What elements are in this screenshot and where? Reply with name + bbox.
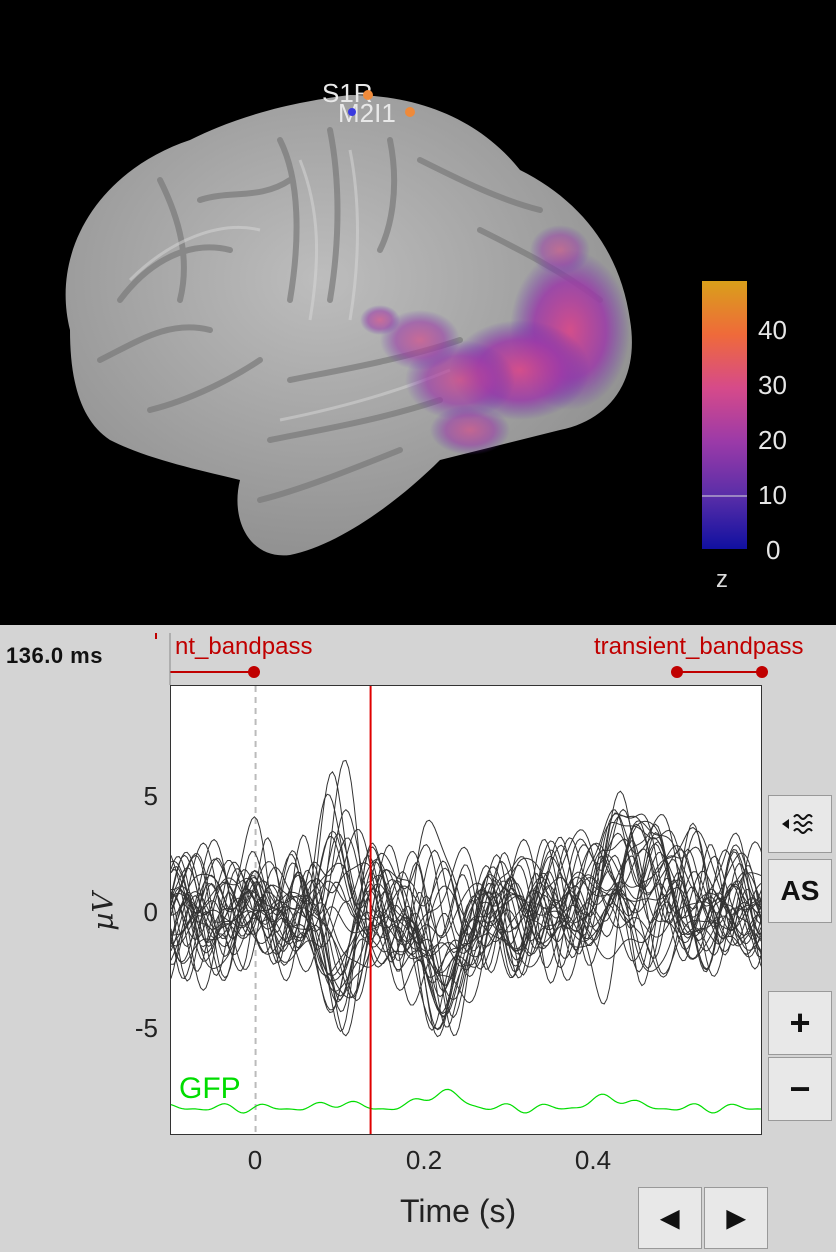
- chevron-right-icon: ▶: [726, 1204, 746, 1232]
- butterfly-plot-panel: 136.0 ms nt_bandpass transient_bandpass …: [0, 625, 836, 1252]
- butterfly-traces: [171, 686, 761, 1134]
- channel-trace: [171, 820, 761, 1030]
- waveform-icon: [782, 814, 813, 834]
- colorbar-tick-20: 20: [758, 425, 787, 455]
- gfp-trace: [171, 1088, 761, 1114]
- y-tick-neg5: -5: [134, 1013, 158, 1043]
- brain-3d-view[interactable]: S1R M2I1 40 30 20 10 0 z: [0, 0, 836, 625]
- electrode-label-2: M2I1: [338, 98, 396, 128]
- waveform-toggle-button[interactable]: [768, 795, 832, 853]
- as-button[interactable]: AS: [768, 859, 832, 923]
- zoom-in-button[interactable]: +: [768, 991, 832, 1055]
- event-marker-left[interactable]: [248, 666, 260, 678]
- event-marker-right-end[interactable]: [756, 666, 768, 678]
- colorbar: [702, 281, 747, 549]
- x-tick-0: 0: [247, 1145, 263, 1175]
- colorbar-tick-10: 10: [758, 480, 787, 510]
- colorbar-unit: z: [716, 566, 728, 593]
- next-button[interactable]: ▶: [704, 1187, 768, 1249]
- x-axis-label: Time (s): [400, 1193, 517, 1229]
- gfp-label: GFP: [179, 1072, 241, 1105]
- colorbar-tick-40: 40: [758, 315, 787, 345]
- zoom-out-button[interactable]: −: [768, 1057, 832, 1121]
- previous-button[interactable]: ◀: [638, 1187, 702, 1249]
- event-label-right: transient_bandpass: [594, 633, 804, 660]
- x-tick-0-2: 0.2: [405, 1145, 443, 1175]
- brain-surface[interactable]: S1R M2I1: [0, 0, 836, 625]
- event-marker-right-start[interactable]: [671, 666, 683, 678]
- y-axis-label: µV: [86, 892, 120, 931]
- butterfly-plot-area[interactable]: GFP: [170, 685, 762, 1135]
- x-tick-0-4: 0.4: [574, 1145, 612, 1175]
- colorbar-tick-0: 0: [766, 535, 781, 565]
- chevron-left-icon: ◀: [660, 1204, 680, 1232]
- y-tick-5: 5: [143, 781, 158, 811]
- event-label-left: nt_bandpass: [175, 633, 313, 660]
- colorbar-tick-30: 30: [758, 370, 787, 400]
